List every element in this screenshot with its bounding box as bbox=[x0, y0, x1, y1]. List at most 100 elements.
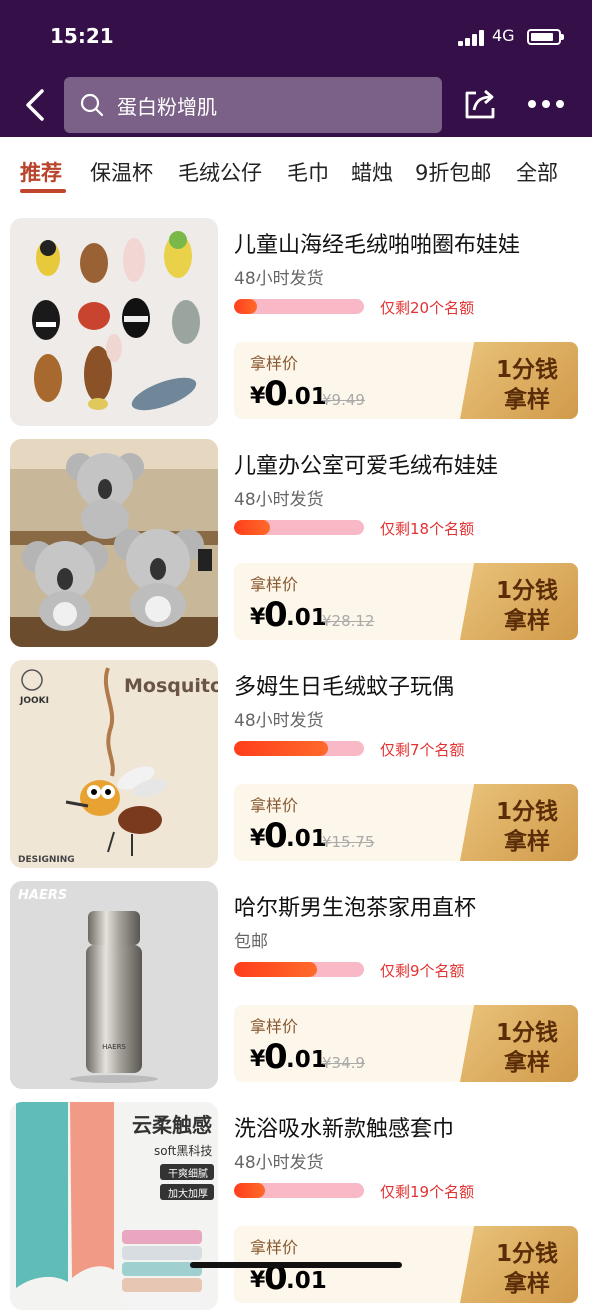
product-title[interactable]: 多姆生日毛绒蚊子玩偶 bbox=[234, 669, 454, 701]
stock-progress-bar bbox=[234, 741, 364, 756]
share-icon[interactable] bbox=[462, 86, 498, 122]
shipping-info: 48小时发货 bbox=[234, 269, 324, 289]
shipping-info: 48小时发货 bbox=[234, 711, 324, 731]
image-brand: JOOKI bbox=[19, 696, 49, 706]
signal-icon bbox=[458, 30, 486, 46]
tab-towels[interactable]: 毛巾 bbox=[287, 157, 329, 187]
search-query: 蛋白粉增肌 bbox=[117, 95, 217, 119]
cta-line2: 拿样 bbox=[504, 1050, 550, 1076]
remaining-slots: 仅剩19个名额 bbox=[380, 1183, 475, 1201]
remaining-slots: 仅剩18个名额 bbox=[380, 520, 475, 538]
progress-fill bbox=[234, 520, 271, 535]
price-label: 拿样价 bbox=[250, 796, 299, 815]
cta-line2: 拿样 bbox=[504, 387, 550, 413]
progress-fill bbox=[234, 1183, 266, 1198]
original-price: ¥28.12 bbox=[322, 612, 375, 630]
status-time: 15:21 bbox=[50, 24, 114, 48]
price-decimal: .01 bbox=[286, 384, 327, 410]
product-card[interactable]: 云柔触感 soft黑科技 干爽细腻 加大加厚 洗浴吸水新款触感套巾 48小时发货… bbox=[0, 1091, 592, 1312]
stock-progress-bar bbox=[234, 1183, 364, 1198]
cta-line1: 1分钱 bbox=[495, 578, 558, 604]
status-bar: 15:21 4G bbox=[0, 24, 592, 54]
product-card[interactable]: HAERS HAERS 哈尔斯男生泡茶家用直杯 包邮 仅剩9个名额 拿样价 ¥ … bbox=[0, 870, 592, 1091]
price-box: 拿样价 ¥ 0 .01 ¥28.12 1分钱 拿样 bbox=[234, 563, 578, 640]
cta-line2: 拿样 bbox=[504, 608, 550, 634]
price-integer: 0 bbox=[264, 1037, 288, 1077]
tab-recommended[interactable]: 推荐 bbox=[20, 157, 62, 187]
product-title[interactable]: 哈尔斯男生泡茶家用直杯 bbox=[234, 890, 476, 922]
cta-line1: 1分钱 bbox=[495, 799, 558, 825]
shipping-info: 48小时发货 bbox=[234, 1153, 324, 1173]
product-title[interactable]: 儿童山海经毛绒啪啪圈布娃娃 bbox=[234, 227, 520, 259]
product-image[interactable]: JOOKI Mosquito DESIGNING bbox=[10, 660, 218, 868]
tab-all[interactable]: 全部 bbox=[516, 157, 558, 187]
price-label: 拿样价 bbox=[250, 1238, 299, 1257]
image-tag1: 干爽细腻 bbox=[168, 1167, 208, 1180]
price-decimal: .01 bbox=[286, 605, 327, 631]
price-integer: 0 bbox=[264, 816, 288, 856]
tab-plush-toys[interactable]: 毛绒公仔 bbox=[178, 157, 262, 187]
product-image[interactable]: 云柔触感 soft黑科技 干爽细腻 加大加厚 bbox=[10, 1102, 218, 1310]
progress-fill bbox=[234, 741, 328, 756]
get-sample-button[interactable]: 1分钱 拿样 bbox=[460, 1005, 578, 1082]
price-label: 拿样价 bbox=[250, 1017, 299, 1036]
original-price: ¥34.9 bbox=[322, 1054, 365, 1072]
price-integer: 0 bbox=[264, 374, 288, 414]
product-card[interactable]: 儿童办公室可爱毛绒布娃娃 48小时发货 仅剩18个名额 拿样价 ¥ 0 .01 … bbox=[0, 428, 592, 649]
image-subline: soft黑科技 bbox=[154, 1144, 212, 1158]
remaining-slots: 仅剩7个名额 bbox=[380, 741, 465, 759]
svg-text:HAERS: HAERS bbox=[102, 1043, 126, 1051]
price-integer: 0 bbox=[264, 595, 288, 635]
remaining-slots: 仅剩20个名额 bbox=[380, 299, 475, 317]
price-decimal: .01 bbox=[286, 1047, 327, 1073]
stock-progress-bar bbox=[234, 520, 364, 535]
tab-thermos[interactable]: 保温杯 bbox=[90, 157, 153, 187]
tab-discount-free-shipping[interactable]: 9折包邮 bbox=[415, 157, 491, 187]
remaining-slots: 仅剩9个名额 bbox=[380, 962, 465, 980]
image-product-name: Mosquito bbox=[124, 675, 218, 697]
image-tag2: 加大加厚 bbox=[168, 1187, 208, 1200]
price-box: 拿样价 ¥ 0 .01 ¥15.75 1分钱 拿样 bbox=[234, 784, 578, 861]
search-input[interactable]: 蛋白粉增肌 bbox=[64, 77, 442, 133]
get-sample-button[interactable]: 1分钱 拿样 bbox=[460, 342, 578, 419]
price-decimal: .01 bbox=[286, 826, 327, 852]
tab-candles[interactable]: 蜡烛 bbox=[351, 157, 393, 187]
progress-fill bbox=[234, 962, 318, 977]
app-header: 15:21 4G 蛋白粉增肌 bbox=[0, 0, 592, 137]
cta-line1: 1分钱 bbox=[495, 1241, 558, 1267]
original-price: ¥9.49 bbox=[322, 391, 365, 409]
cta-line2: 拿样 bbox=[504, 829, 550, 855]
price-label: 拿样价 bbox=[250, 575, 299, 594]
battery-icon bbox=[527, 29, 564, 45]
home-indicator[interactable] bbox=[190, 1262, 402, 1268]
product-image[interactable] bbox=[10, 439, 218, 647]
original-price: ¥15.75 bbox=[322, 833, 375, 851]
get-sample-button[interactable]: 1分钱 拿样 bbox=[460, 1226, 578, 1303]
stock-progress-bar bbox=[234, 962, 364, 977]
image-headline: 云柔触感 bbox=[132, 1113, 212, 1137]
price-label: 拿样价 bbox=[250, 354, 299, 373]
image-brand: HAERS bbox=[18, 888, 67, 903]
cta-line1: 1分钱 bbox=[495, 1020, 558, 1046]
search-icon bbox=[80, 93, 104, 117]
product-title[interactable]: 洗浴吸水新款触感套巾 bbox=[234, 1111, 454, 1143]
get-sample-button[interactable]: 1分钱 拿样 bbox=[460, 563, 578, 640]
network-type: 4G bbox=[492, 26, 515, 45]
get-sample-button[interactable]: 1分钱 拿样 bbox=[460, 784, 578, 861]
category-tabs: 推荐 保温杯 毛绒公仔 毛巾 蜡烛 9折包邮 全部 bbox=[0, 137, 592, 207]
active-tab-indicator bbox=[20, 189, 66, 193]
stock-progress-bar bbox=[234, 299, 364, 314]
product-card[interactable]: 儿童山海经毛绒啪啪圈布娃娃 48小时发货 仅剩20个名额 拿样价 ¥ 0 .01… bbox=[0, 207, 592, 428]
cta-line1: 1分钱 bbox=[495, 357, 558, 383]
more-options-icon[interactable] bbox=[526, 98, 566, 110]
product-card[interactable]: JOOKI Mosquito DESIGNING 多姆生日毛绒蚊子玩偶 48小时… bbox=[0, 649, 592, 870]
shipping-info: 包邮 bbox=[234, 932, 268, 952]
price-box: 拿样价 ¥ 0 .01 ¥9.49 1分钱 拿样 bbox=[234, 342, 578, 419]
product-image[interactable]: HAERS HAERS bbox=[10, 881, 218, 1089]
back-arrow-icon[interactable] bbox=[22, 88, 52, 122]
shipping-info: 48小时发货 bbox=[234, 490, 324, 510]
product-image[interactable] bbox=[10, 218, 218, 426]
progress-fill bbox=[234, 299, 258, 314]
image-footer: DESIGNING bbox=[18, 855, 75, 865]
product-title[interactable]: 儿童办公室可爱毛绒布娃娃 bbox=[234, 448, 498, 480]
